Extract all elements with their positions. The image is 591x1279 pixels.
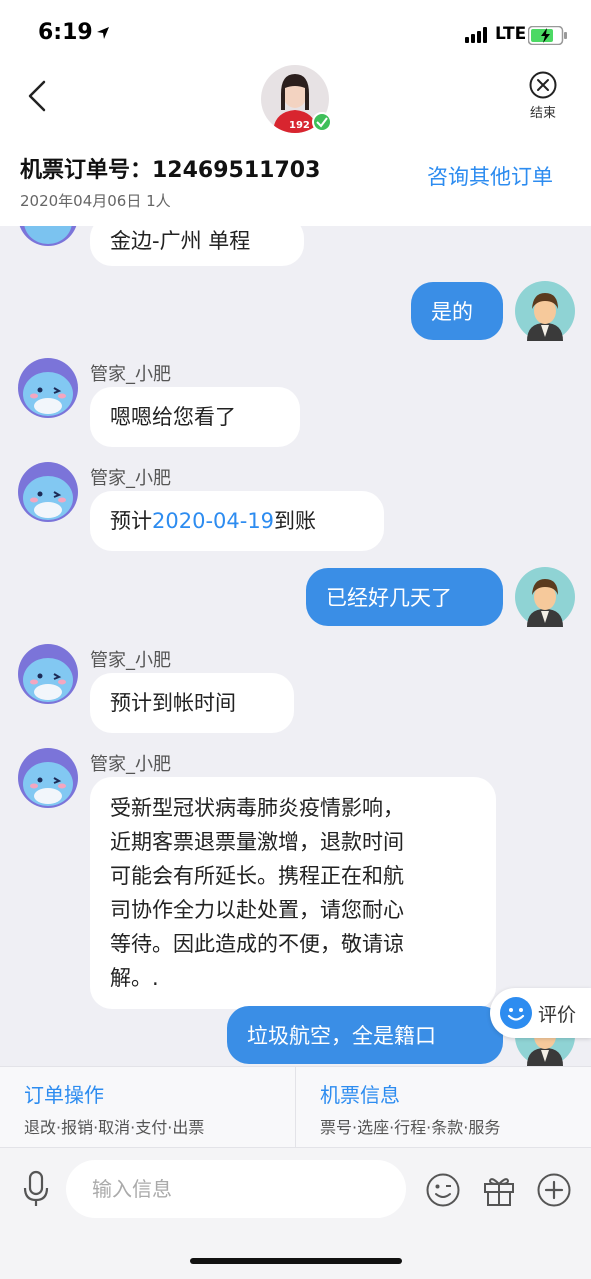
network-label: LTE [495, 24, 527, 44]
sender-name: 管家_小肥 [90, 650, 171, 671]
date-link[interactable]: 2020-04-19 [152, 509, 274, 533]
message-input[interactable] [66, 1160, 406, 1218]
chat-header: 192 结束 机票订单号：12469511703 2020年04月06日 1人 … [0, 64, 591, 226]
divider [295, 1067, 296, 1149]
status-time: 6:19 [38, 20, 93, 45]
plus-icon[interactable] [536, 1172, 572, 1208]
order-ops-title: 订单操作 [24, 1083, 104, 1107]
gift-icon[interactable] [481, 1172, 517, 1208]
message-bubble-out: 是的 [411, 282, 503, 340]
message-line: 司协作全力以赴处置，请您耐心 [110, 898, 404, 922]
bot-avatar[interactable] [18, 748, 78, 808]
user-avatar[interactable] [515, 281, 575, 341]
message-bubble-out: 垃圾航空，全是籍口 [227, 1006, 503, 1064]
order-ops-panel[interactable]: 订单操作 退改·报销·取消·支付·出票 [24, 1079, 204, 1138]
message-bubble-in: 预计2020-04-19到账 [90, 491, 384, 551]
battery-charging-icon [528, 26, 567, 45]
close-circle-icon [529, 71, 557, 99]
message-text: 已经好几天了 [326, 586, 452, 610]
chat-messages[interactable]: 金边-广州 单程 是的 管家_小肥 嗯嗯给您看了 管家_小肥 预计2020-04… [0, 226, 591, 1066]
order-date: 2020年04月06日 1人 [20, 192, 171, 210]
sender-name: 管家_小肥 [90, 754, 171, 775]
quick-ops-bar: 订单操作 退改·报销·取消·支付·出票 机票信息 票号·选座·行程·条款·服务 [0, 1066, 591, 1149]
rate-button[interactable]: 评价 [490, 988, 591, 1038]
smile-icon [500, 997, 532, 1029]
message-text: 是的 [431, 300, 473, 324]
end-chat-button[interactable]: 结束 [518, 70, 568, 130]
message-text: 预计 [110, 509, 152, 533]
svg-text:192: 192 [289, 120, 310, 131]
signal-icon [465, 27, 487, 43]
bot-avatar[interactable] [18, 644, 78, 704]
bot-avatar[interactable] [18, 462, 78, 522]
message-bubble-out: 已经好几天了 [306, 568, 503, 626]
back-arrow-icon[interactable] [20, 78, 56, 114]
message-text: 垃圾航空，全是籍口 [247, 1024, 436, 1048]
ticket-info-panel[interactable]: 机票信息 票号·选座·行程·条款·服务 [320, 1079, 500, 1138]
message-bubble-in: 金边-广州 单程 [90, 226, 304, 266]
status-bar: 6:19 LTE [0, 0, 591, 64]
microphone-icon[interactable] [22, 1170, 50, 1208]
end-chat-label: 结束 [529, 106, 556, 121]
sender-name: 管家_小肥 [90, 468, 171, 489]
message-bubble-in: 受新型冠状病毒肺炎疫情影响， 近期客票退票量激增，退款时间 可能会有所延长。携程… [90, 777, 496, 1009]
message-line: 受新型冠状病毒肺炎疫情影响， [110, 796, 404, 820]
other-orders-link[interactable]: 咨询其他订单 [427, 161, 553, 191]
rate-label: 评价 [538, 1003, 577, 1026]
message-bubble-in: 嗯嗯给您看了 [90, 387, 300, 447]
message-line: 解。. [110, 966, 159, 990]
message-text: 到账 [274, 509, 317, 533]
agent-avatar[interactable]: 192 [259, 64, 331, 134]
ticket-info-title: 机票信息 [320, 1083, 400, 1107]
message-line: 可能会有所延长。携程正在和航 [110, 864, 404, 888]
home-indicator [190, 1258, 402, 1264]
bot-avatar [19, 226, 77, 246]
ticket-info-items: 票号·选座·行程·条款·服务 [320, 1118, 501, 1137]
location-arrow-icon [97, 27, 109, 39]
user-avatar[interactable] [515, 567, 575, 627]
input-bar [0, 1148, 591, 1279]
emoji-icon[interactable] [425, 1172, 461, 1208]
message-line: 近期客票退票量激增，退款时间 [110, 830, 404, 854]
message-bubble-in: 预计到帐时间 [90, 673, 294, 733]
message-line: 等待。因此造成的不便，敬请谅 [110, 932, 404, 956]
bot-avatar[interactable] [18, 358, 78, 418]
order-number: 机票订单号：12469511703 [20, 158, 321, 183]
order-ops-items: 退改·报销·取消·支付·出票 [24, 1118, 205, 1137]
sender-name: 管家_小肥 [90, 364, 171, 385]
